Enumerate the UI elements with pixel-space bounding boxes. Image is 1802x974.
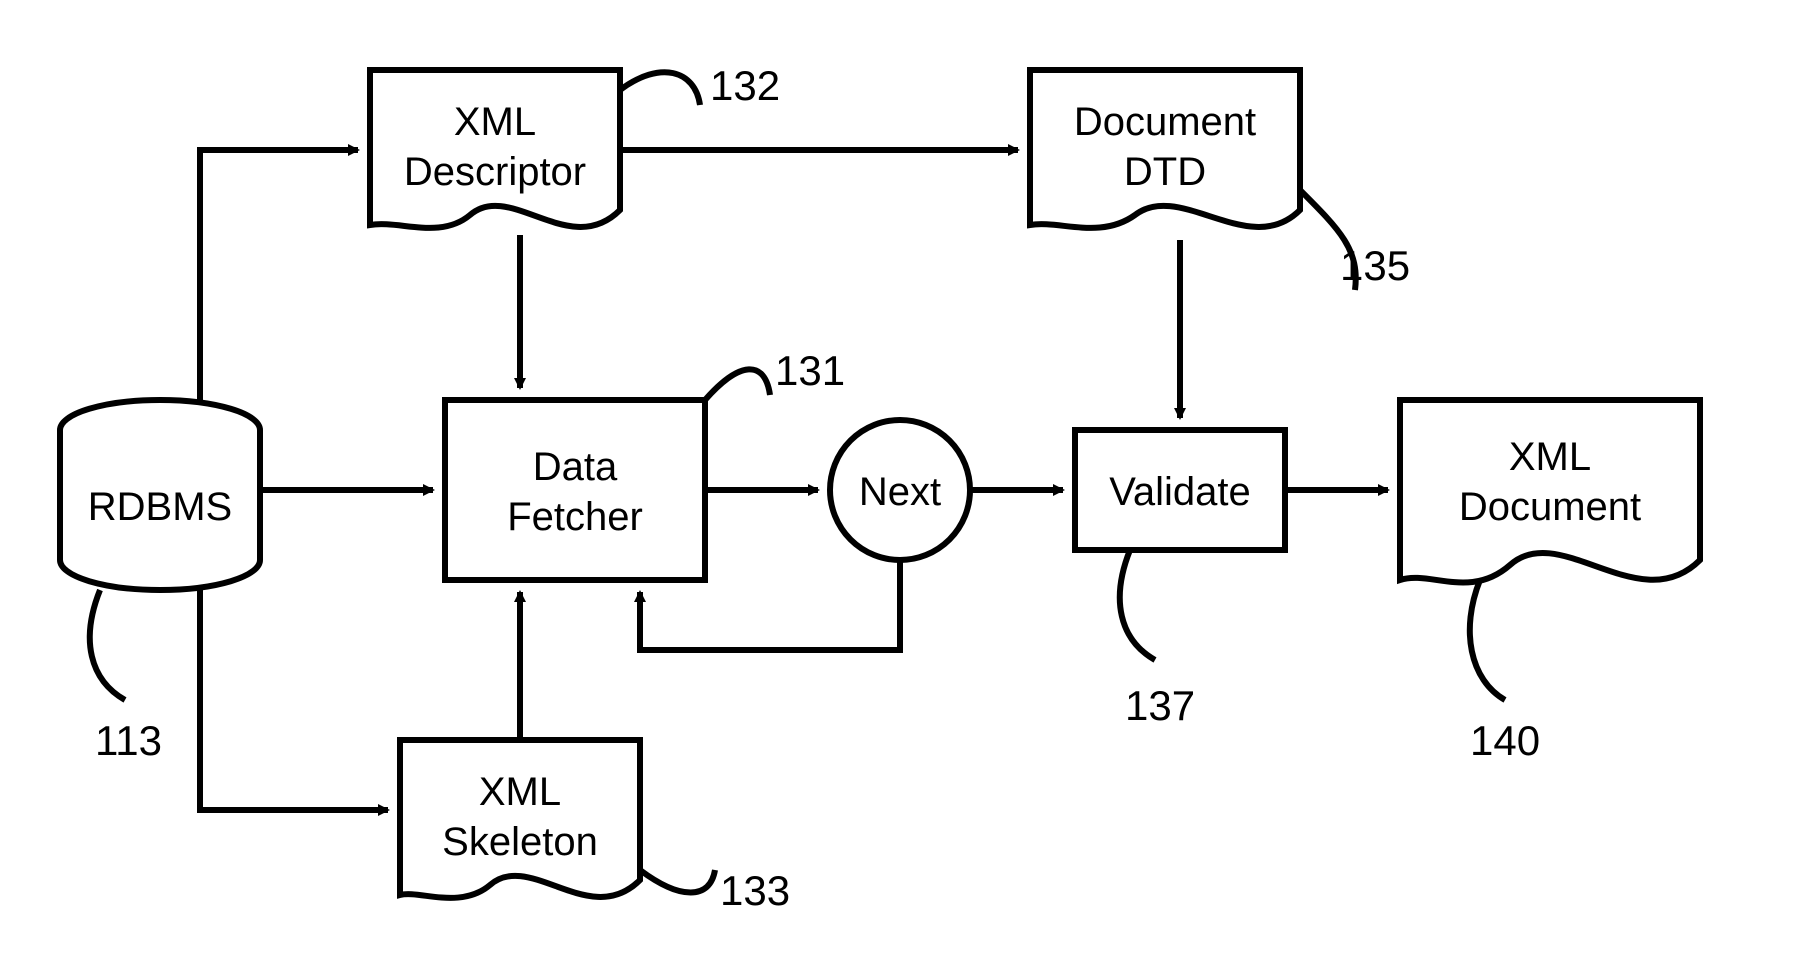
node-data-fetcher: Data Fetcher <box>445 400 705 580</box>
xml-document-line1: XML <box>1509 435 1591 479</box>
node-document-dtd: Document DTD <box>1030 70 1300 228</box>
xml-skeleton-line1: XML <box>479 770 561 814</box>
node-xml-document: XML Document <box>1400 400 1700 583</box>
rdbms-label: RDBMS <box>88 485 232 529</box>
ref-113: 113 <box>95 717 162 764</box>
ref-140: 140 <box>1470 717 1540 764</box>
flow-diagram: RDBMS 113 XML Descriptor 132 Document DT… <box>0 0 1802 974</box>
xml-document-line2: Document <box>1459 485 1641 529</box>
node-rdbms: RDBMS <box>60 400 260 590</box>
xml-descriptor-line1: XML <box>454 100 536 144</box>
ref-131: 131 <box>775 347 845 394</box>
xml-descriptor-line2: Descriptor <box>404 150 586 194</box>
data-fetcher-line2: Fetcher <box>507 495 643 539</box>
arrow-rdbms-to-descriptor <box>200 150 358 405</box>
document-dtd-line2: DTD <box>1124 150 1206 194</box>
node-xml-skeleton: XML Skeleton <box>400 740 640 898</box>
next-label: Next <box>859 470 941 514</box>
node-validate: Validate <box>1075 430 1285 550</box>
ref-137: 137 <box>1125 682 1195 729</box>
arrow-rdbms-to-skeleton <box>200 590 388 810</box>
ref-132: 132 <box>710 62 780 109</box>
ref-135: 135 <box>1340 242 1410 289</box>
data-fetcher-line1: Data <box>533 445 618 489</box>
validate-label: Validate <box>1109 470 1251 514</box>
ref-133: 133 <box>720 867 790 914</box>
node-xml-descriptor: XML Descriptor <box>370 70 620 228</box>
document-dtd-line1: Document <box>1074 100 1256 144</box>
node-next: Next <box>830 420 970 560</box>
xml-skeleton-line2: Skeleton <box>442 820 598 864</box>
